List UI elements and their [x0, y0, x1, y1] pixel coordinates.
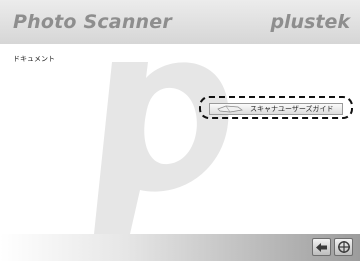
brand-logo: plustek	[270, 11, 350, 33]
footer-bar	[0, 234, 360, 261]
scanner-user-guide-button[interactable]: スキャナユーザーズガイド	[209, 103, 343, 115]
app-title: Photo Scanner	[13, 11, 172, 33]
header-bar: Photo Scanner plustek	[0, 0, 360, 44]
main-content: ドキュメント スキャナユーザーズガイド	[0, 44, 360, 234]
exit-icon	[337, 241, 350, 253]
exit-button[interactable]	[334, 238, 353, 256]
background-p-graphic	[94, 62, 229, 234]
section-label-documents: ドキュメント	[13, 55, 55, 63]
document-icon	[217, 105, 243, 113]
guide-button-label: スキャナユーザーズガイド	[250, 105, 334, 113]
app-window: Photo Scanner plustek ドキュメント スキャナユーザーズガイ…	[0, 0, 360, 261]
back-arrow-icon	[316, 242, 327, 252]
back-button[interactable]	[312, 238, 331, 256]
